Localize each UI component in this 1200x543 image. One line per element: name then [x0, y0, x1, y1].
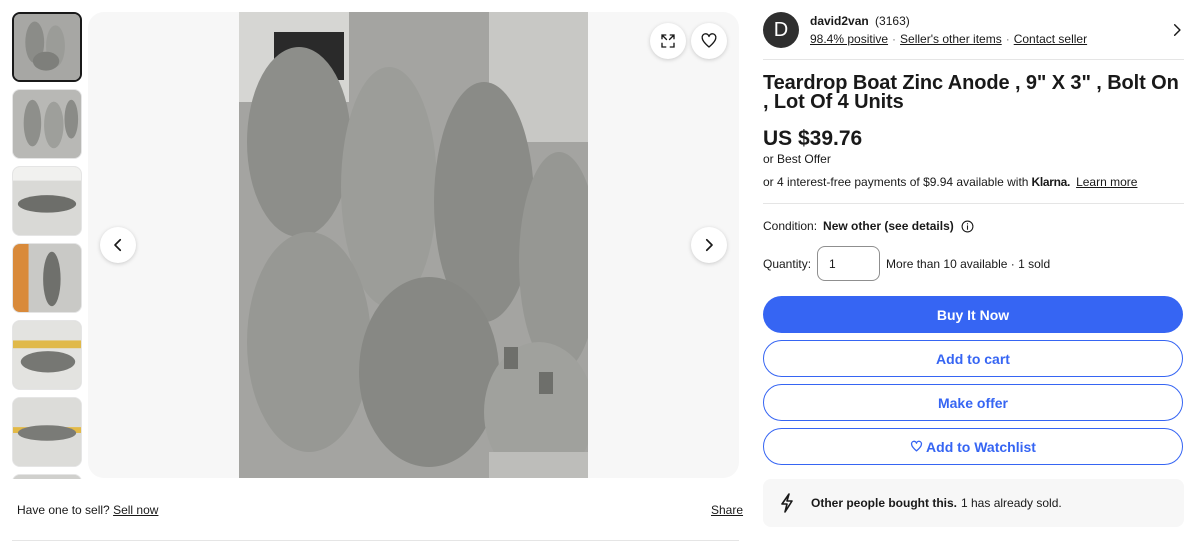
expand-icon	[661, 34, 675, 48]
thumbnail-2[interactable]	[12, 89, 82, 159]
learn-more-link[interactable]: Learn more	[1076, 175, 1137, 189]
thumbnail-5[interactable]	[12, 320, 82, 390]
heart-icon	[911, 440, 923, 452]
best-offer-line: or Best Offer	[763, 152, 1184, 166]
heart-icon	[701, 33, 717, 48]
make-offer-button[interactable]: Make offer	[763, 384, 1183, 421]
item-title: Teardrop Boat Zinc Anode , 9" X 3" , Bol…	[763, 72, 1179, 113]
add-to-cart-button[interactable]: Add to cart	[763, 340, 1183, 377]
social-proof-banner: Other people bought this. 1 has already …	[763, 479, 1184, 527]
share-link[interactable]: Share	[711, 503, 743, 517]
sell-now-link[interactable]: Sell now	[113, 503, 158, 517]
thumbnail-6[interactable]	[12, 397, 82, 467]
chevron-right-icon	[705, 238, 713, 252]
quantity-input[interactable]	[817, 246, 881, 281]
item-price: US $39.76	[763, 127, 863, 150]
buy-it-now-button[interactable]: Buy It Now	[763, 296, 1183, 333]
next-image-button[interactable]	[691, 227, 727, 263]
best-offer-label: Best Offer	[777, 152, 831, 166]
chevron-left-icon	[114, 238, 122, 252]
info-icon[interactable]	[961, 220, 974, 233]
thumbnail-4[interactable]	[12, 243, 82, 313]
seller-other-items-link[interactable]: Seller's other items	[900, 32, 1002, 46]
divider	[12, 540, 739, 541]
availability-text: More than 10 available · 1 sold	[886, 256, 1051, 271]
seller-name[interactable]: david2van	[810, 14, 869, 28]
lightning-bolt-icon	[781, 493, 793, 513]
thumbnail-1[interactable]	[12, 12, 82, 82]
sell-prompt-text: Have one to sell?	[17, 503, 110, 517]
condition-label: Condition:	[763, 219, 818, 233]
best-offer-prefix: or	[763, 152, 774, 166]
seller-links: 98.4% positive · Seller's other items · Cont…	[810, 32, 1087, 46]
watchlist-label: Add to Watchlist	[926, 438, 1036, 455]
add-to-watchlist-button[interactable]: Add to Watchlist	[763, 428, 1183, 465]
sell-prompt: Have one to sell? Sell now	[17, 503, 158, 517]
installment-text: or 4 interest-free payments of $9.94 ava…	[763, 175, 1029, 189]
separator: ·	[892, 32, 897, 46]
seller-feedback-count: (3163)	[875, 14, 910, 28]
separator: ·	[1005, 32, 1010, 46]
seller-avatar[interactable]: D	[763, 12, 799, 48]
expand-image-button[interactable]	[650, 23, 686, 59]
condition-value: New other (see details)	[823, 219, 954, 233]
previous-image-button[interactable]	[100, 227, 136, 263]
seller-card: D david2van (3163) 98.4% positive · Seller…	[763, 0, 1184, 60]
product-photo[interactable]	[239, 12, 588, 478]
watch-heart-button[interactable]	[691, 23, 727, 59]
seller-positive-link[interactable]: 98.4% positive	[810, 32, 888, 46]
condition-row: Condition: New other (see details)	[763, 219, 1184, 233]
contact-seller-link[interactable]: Contact seller	[1014, 32, 1087, 46]
social-proof-text: 1 has already sold.	[961, 496, 1062, 510]
divider	[763, 203, 1184, 204]
installment-banner: or 4 interest-free payments of $9.94 ava…	[763, 175, 1184, 189]
quantity-label: Quantity:	[763, 256, 812, 271]
klarna-logo: Klarna.	[1031, 175, 1071, 189]
thumbnail-3[interactable]	[12, 166, 82, 236]
main-image-viewer	[88, 12, 739, 478]
chevron-right-icon[interactable]	[1170, 23, 1184, 37]
thumbnail-7[interactable]	[12, 474, 82, 479]
seller-name-line: david2van (3163)	[810, 14, 910, 28]
quantity-row: Quantity: More than 10 available · 1 sol…	[763, 246, 1184, 281]
thumbnail-strip	[12, 12, 82, 479]
item-details-panel: D david2van (3163) 98.4% positive · Seller…	[763, 0, 1184, 527]
social-proof-strong: Other people bought this.	[811, 496, 957, 510]
